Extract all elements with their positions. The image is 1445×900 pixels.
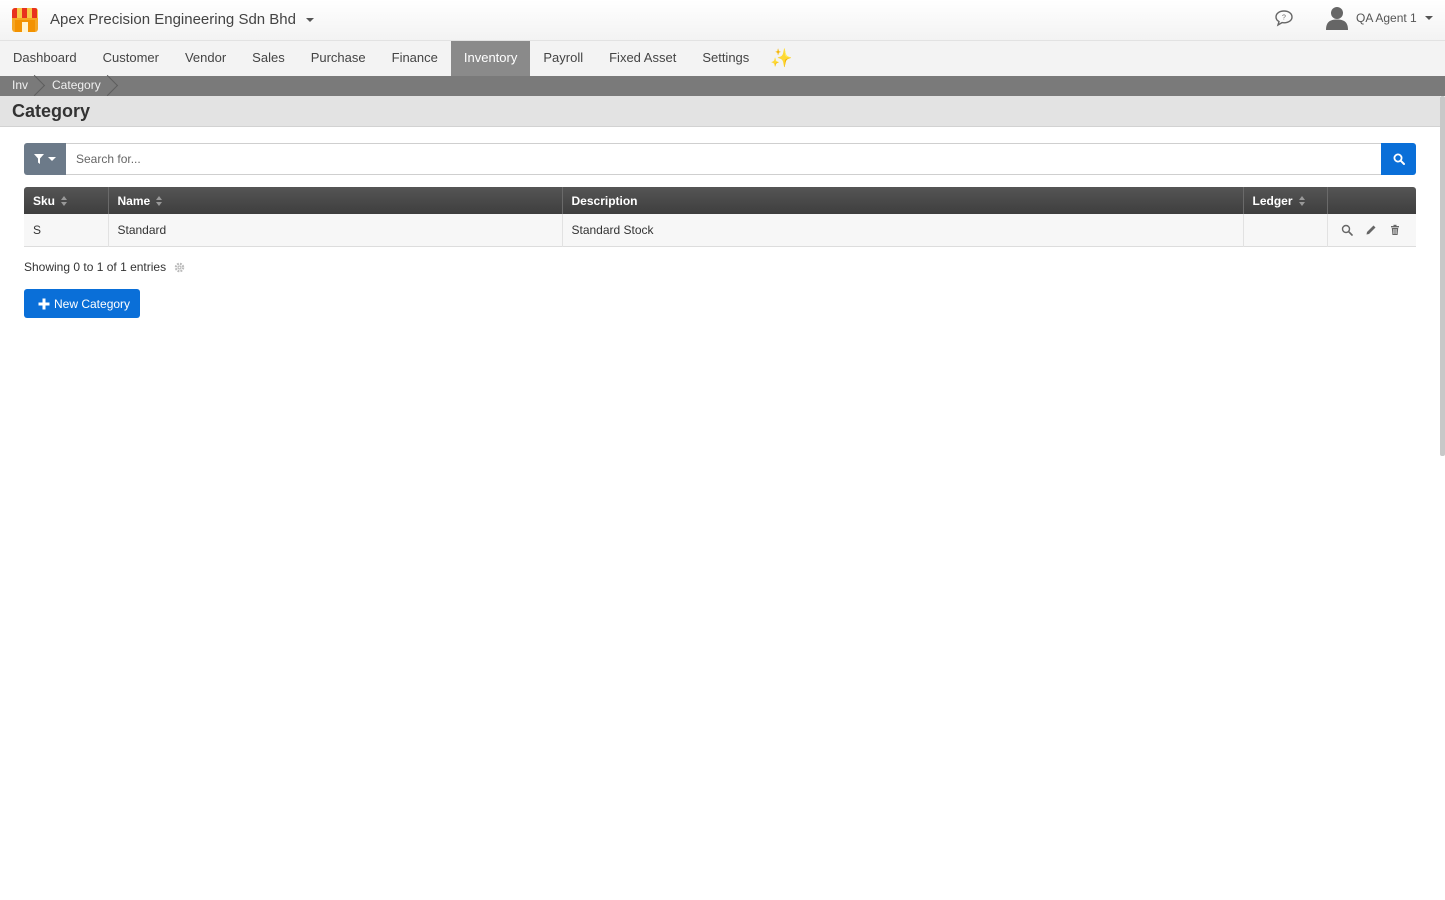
title-bar: Category: [0, 96, 1440, 127]
scrollbar[interactable]: [1440, 96, 1445, 456]
column-header-name[interactable]: Name: [108, 187, 563, 214]
breadcrumb-item-category[interactable]: Category: [36, 76, 109, 96]
new-category-button[interactable]: New Category: [24, 289, 141, 318]
nav-item-finance[interactable]: Finance: [379, 41, 451, 76]
column-header-ledger[interactable]: Ledger: [1243, 187, 1328, 214]
user-menu[interactable]: QA Agent 1: [1326, 6, 1433, 30]
cell-description: Standard Stock: [562, 214, 1244, 246]
top-bar: Apex Precision Engineering Sdn Bhd ? QA …: [0, 0, 1445, 40]
chevron-down-icon: [1424, 16, 1433, 20]
search-input[interactable]: [66, 143, 1381, 175]
user-icon: [1326, 7, 1348, 30]
nav-item-sales[interactable]: Sales: [239, 41, 298, 76]
search-button[interactable]: [1381, 143, 1416, 175]
table-row: S Standard Standard Stock: [24, 214, 1416, 246]
chat-icon[interactable]: ?: [1274, 9, 1294, 27]
nav-item-purchase[interactable]: Purchase: [298, 41, 379, 76]
cell-ledger: [1243, 214, 1328, 246]
breadcrumb: Inv Category: [0, 76, 1445, 96]
main-nav: Dashboard Customer Vendor Sales Purchase…: [0, 40, 1445, 76]
store-logo-icon[interactable]: [12, 8, 38, 32]
cell-sku: S: [24, 214, 109, 246]
svg-text:?: ?: [1282, 15, 1286, 22]
breadcrumb-item-inv[interactable]: Inv: [0, 76, 36, 96]
plus-icon: [38, 298, 50, 309]
filter-button[interactable]: [24, 143, 66, 175]
nav-item-dashboard[interactable]: Dashboard: [0, 41, 90, 76]
table-header-row: Sku Name Description Ledger: [24, 187, 1416, 214]
column-header-sku[interactable]: Sku: [24, 187, 109, 214]
gear-icon[interactable]: [174, 262, 185, 273]
column-header-actions: [1327, 187, 1416, 214]
nav-item-payroll[interactable]: Payroll: [530, 41, 596, 76]
company-selector[interactable]: Apex Precision Engineering Sdn Bhd: [50, 11, 314, 28]
column-header-label: Description: [571, 193, 638, 208]
company-name: Apex Precision Engineering Sdn Bhd: [50, 11, 296, 28]
sort-icon: [61, 195, 68, 206]
chevron-down-icon: [48, 157, 56, 161]
chevron-down-icon: [306, 17, 314, 22]
search-icon: [1393, 153, 1405, 165]
view-icon[interactable]: [1341, 224, 1353, 236]
search-bar: [24, 143, 1416, 175]
category-table: Sku Name Description Ledger S Standard S…: [24, 187, 1416, 247]
user-name: QA Agent 1: [1356, 11, 1417, 25]
column-header-label: Name: [117, 193, 151, 208]
nav-item-settings[interactable]: Settings: [689, 41, 762, 76]
edit-icon[interactable]: [1365, 224, 1377, 236]
sort-icon: [1298, 195, 1306, 206]
sort-icon: [156, 195, 163, 206]
cell-name: Standard: [108, 214, 563, 246]
nav-item-inventory[interactable]: Inventory: [450, 41, 531, 76]
cell-actions: [1327, 214, 1416, 246]
column-header-description[interactable]: Description: [562, 187, 1244, 214]
nav-item-vendor[interactable]: Vendor: [172, 41, 239, 76]
table-info: Showing 0 to 1 of 1 entries: [24, 260, 185, 274]
nav-item-fixed-asset[interactable]: Fixed Asset: [596, 41, 689, 76]
column-header-label: Sku: [33, 193, 56, 208]
nav-item-customer[interactable]: Customer: [90, 41, 172, 76]
column-header-label: Ledger: [1252, 193, 1293, 208]
new-category-label: New Category: [54, 296, 131, 311]
sparkle-icon[interactable]: ✨: [762, 41, 800, 76]
page-title: Category: [12, 101, 91, 121]
entries-info-text: Showing 0 to 1 of 1 entries: [24, 260, 167, 274]
filter-icon: [34, 154, 44, 164]
delete-icon[interactable]: [1389, 224, 1401, 236]
